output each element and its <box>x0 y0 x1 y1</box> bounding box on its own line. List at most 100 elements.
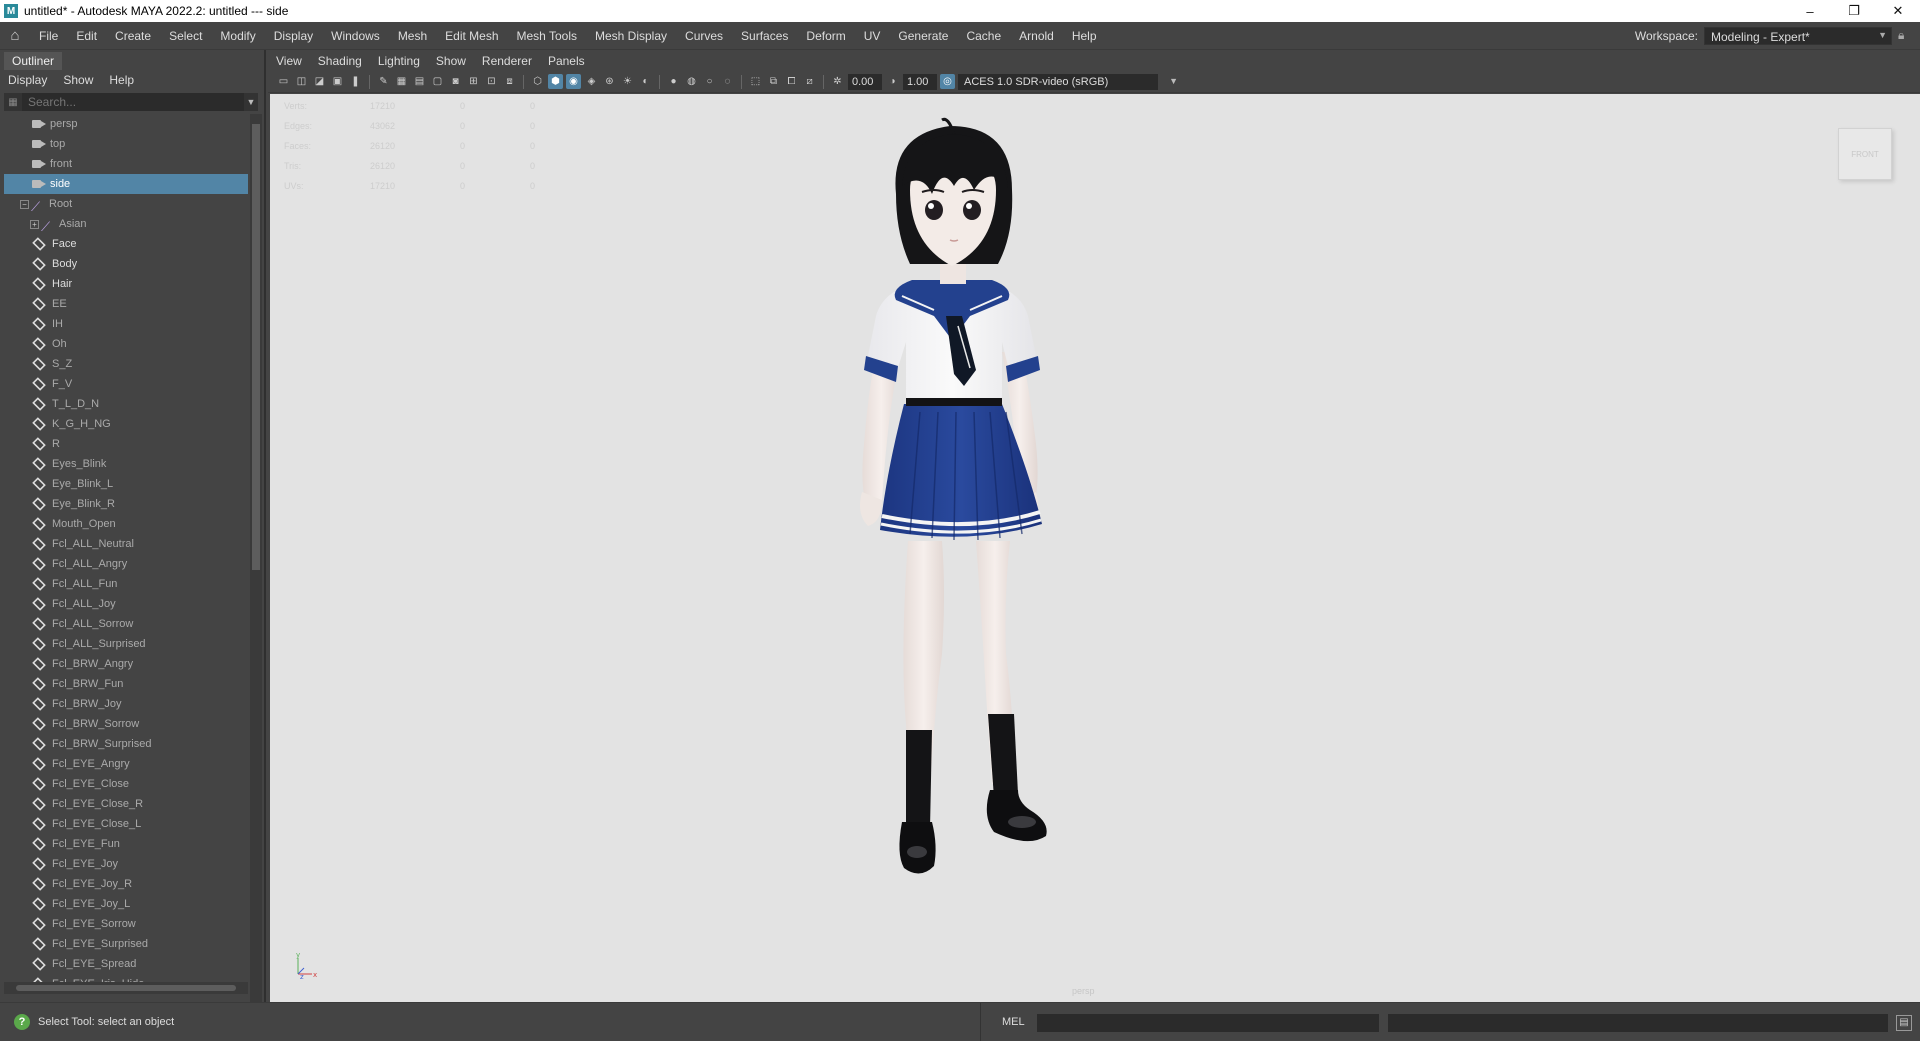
color-management-icon[interactable]: ◎ <box>940 74 955 89</box>
safe-title-icon[interactable]: ⧈ <box>502 74 517 89</box>
outliner-menu-help[interactable]: Help <box>101 71 142 89</box>
textured-icon[interactable]: ◈ <box>584 74 599 89</box>
outliner-horizontal-scrollbar[interactable] <box>4 982 248 994</box>
outliner-item[interactable]: Fcl_ALL_Sorrow <box>4 614 248 634</box>
minimize-button[interactable]: – <box>1788 0 1832 22</box>
outliner-item[interactable]: Fcl_EYE_Fun <box>4 834 248 854</box>
outliner-item[interactable]: Fcl_EYE_Joy_R <box>4 874 248 894</box>
outliner-item[interactable]: Fcl_EYE_Close_R <box>4 794 248 814</box>
outliner-item[interactable]: Fcl_EYE_Angry <box>4 754 248 774</box>
screen-space-ao-icon[interactable]: ● <box>666 74 681 89</box>
viewport-menu-panels[interactable]: Panels <box>540 52 593 70</box>
script-editor-icon[interactable]: ▤ <box>1896 1015 1912 1031</box>
viewport-canvas[interactable]: Verts: 17210 0 0 Edges: 43062 0 0 Faces: 26120 0 0 T… <box>270 94 1920 1002</box>
outliner-item[interactable]: IH <box>4 314 248 334</box>
outliner-item[interactable]: Fcl_ALL_Angry <box>4 554 248 574</box>
filter-icon[interactable]: ▦ <box>4 97 22 108</box>
outliner-item[interactable]: Mouth_Open <box>4 514 248 534</box>
viewport-menu-view[interactable]: View <box>268 52 310 70</box>
xray-icon[interactable]: ⧉ <box>766 74 781 89</box>
menu-arnold[interactable]: Arnold <box>1010 29 1063 43</box>
menu-edit[interactable]: Edit <box>67 29 106 43</box>
workspace-dropdown[interactable]: Modeling - Expert* <box>1704 26 1892 45</box>
menu-select[interactable]: Select <box>160 29 211 43</box>
all-lights-icon[interactable]: ☀ <box>620 74 635 89</box>
film-gate-icon[interactable]: ▤ <box>412 74 427 89</box>
menu-mesh-tools[interactable]: Mesh Tools <box>508 29 586 43</box>
command-line-input[interactable] <box>1037 1014 1379 1032</box>
safe-action-icon[interactable]: ⊡ <box>484 74 499 89</box>
resolution-gate-icon[interactable]: ▢ <box>430 74 445 89</box>
outliner-item[interactable]: Fcl_ALL_Surprised <box>4 634 248 654</box>
outliner-item[interactable]: Fcl_EYE_Close <box>4 774 248 794</box>
outliner-item[interactable]: Eyes_Blink <box>4 454 248 474</box>
anti-aliasing-icon[interactable]: ○ <box>702 74 717 89</box>
restore-button[interactable]: ❐ <box>1832 0 1876 22</box>
menu-mesh-display[interactable]: Mesh Display <box>586 29 676 43</box>
grid-toggle-icon[interactable]: ▦ <box>394 74 409 89</box>
isolate-select-icon[interactable]: ⬚ <box>748 74 763 89</box>
outliner-item[interactable]: + ⟋ Asian <box>4 214 248 234</box>
view-transform-dropdown[interactable]: ACES 1.0 SDR-video (sRGB) <box>958 73 1178 90</box>
menu-create[interactable]: Create <box>106 29 160 43</box>
gate-mask-icon[interactable]: ◙ <box>448 74 463 89</box>
outliner-item[interactable]: Hair <box>4 274 248 294</box>
menu-help[interactable]: Help <box>1063 29 1106 43</box>
scrollbar-thumb[interactable] <box>16 985 236 991</box>
viewport-menu-lighting[interactable]: Lighting <box>370 52 428 70</box>
depth-of-field-icon[interactable]: ◌ <box>720 74 735 89</box>
wireframe-on-shaded-icon[interactable]: ⊛ <box>602 74 617 89</box>
outliner-item[interactable]: F_V <box>4 374 248 394</box>
close-button[interactable]: ✕ <box>1876 0 1920 22</box>
outliner-item[interactable]: front <box>4 154 248 174</box>
shadows-icon[interactable]: ◐ <box>638 74 653 89</box>
search-options-chevron-icon[interactable]: ▼ <box>244 97 258 107</box>
lock-icon[interactable]: 🔒︎ <box>1898 28 1912 43</box>
expand-toggle-icon[interactable]: − <box>20 199 29 209</box>
script-language-toggle[interactable]: MEL <box>1002 1016 1025 1028</box>
gamma-field[interactable]: 1.00 <box>903 73 937 90</box>
menu-modify[interactable]: Modify <box>211 29 264 43</box>
default-material-icon[interactable]: ◉ <box>566 74 581 89</box>
xray-joints-icon[interactable]: ⧄ <box>802 74 817 89</box>
outliner-item[interactable]: Fcl_BRW_Angry <box>4 654 248 674</box>
menu-display[interactable]: Display <box>265 29 322 43</box>
outliner-item[interactable]: Fcl_EYE_Spread <box>4 954 248 974</box>
outliner-item[interactable]: Body <box>4 254 248 274</box>
expand-toggle-icon[interactable]: + <box>30 219 39 229</box>
menu-surfaces[interactable]: Surfaces <box>732 29 797 43</box>
viewport-menu-show[interactable]: Show <box>428 52 474 70</box>
outliner-item[interactable]: T_L_D_N <box>4 394 248 414</box>
wireframe-icon[interactable]: ⬡ <box>530 74 545 89</box>
outliner-item[interactable]: Fcl_EYE_Joy <box>4 854 248 874</box>
smooth-shade-icon[interactable]: ⬢ <box>548 74 563 89</box>
outliner-item[interactable]: Fcl_ALL_Neutral <box>4 534 248 554</box>
outliner-item[interactable]: Fcl_BRW_Sorrow <box>4 714 248 734</box>
gamma-icon[interactable]: ◑ <box>885 74 900 89</box>
outliner-item[interactable]: Fcl_EYE_Surprised <box>4 934 248 954</box>
menu-file[interactable]: File <box>30 29 67 43</box>
image-plane-icon[interactable]: ▣ <box>330 74 345 89</box>
outliner-item[interactable]: top <box>4 134 248 154</box>
outliner-item[interactable]: Eye_Blink_L <box>4 474 248 494</box>
camera-attributes-icon[interactable]: ◫ <box>294 74 309 89</box>
outliner-item[interactable]: K_G_H_NG <box>4 414 248 434</box>
outliner-vertical-scrollbar[interactable] <box>250 114 262 1034</box>
character-model[interactable] <box>270 94 1920 1002</box>
outliner-menu-show[interactable]: Show <box>55 71 101 89</box>
outliner-item[interactable]: Fcl_BRW_Fun <box>4 674 248 694</box>
menu-windows[interactable]: Windows <box>322 29 389 43</box>
outliner-item[interactable]: Fcl_BRW_Surprised <box>4 734 248 754</box>
outliner-menu-display[interactable]: Display <box>0 71 55 89</box>
outliner-item[interactable]: S_Z <box>4 354 248 374</box>
field-chart-icon[interactable]: ⊞ <box>466 74 481 89</box>
outliner-item[interactable]: Fcl_ALL_Fun <box>4 574 248 594</box>
menu-generate[interactable]: Generate <box>889 29 957 43</box>
outliner-item[interactable]: Fcl_EYE_Joy_L <box>4 894 248 914</box>
outliner-item[interactable]: Fcl_BRW_Joy <box>4 694 248 714</box>
xray-active-components-icon[interactable]: ⧠ <box>784 74 799 89</box>
outliner-item[interactable]: side <box>4 174 248 194</box>
exposure-icon[interactable]: ✲ <box>830 74 845 89</box>
exposure-field[interactable]: 0.00 <box>848 73 882 90</box>
viewport-menu-shading[interactable]: Shading <box>310 52 370 70</box>
